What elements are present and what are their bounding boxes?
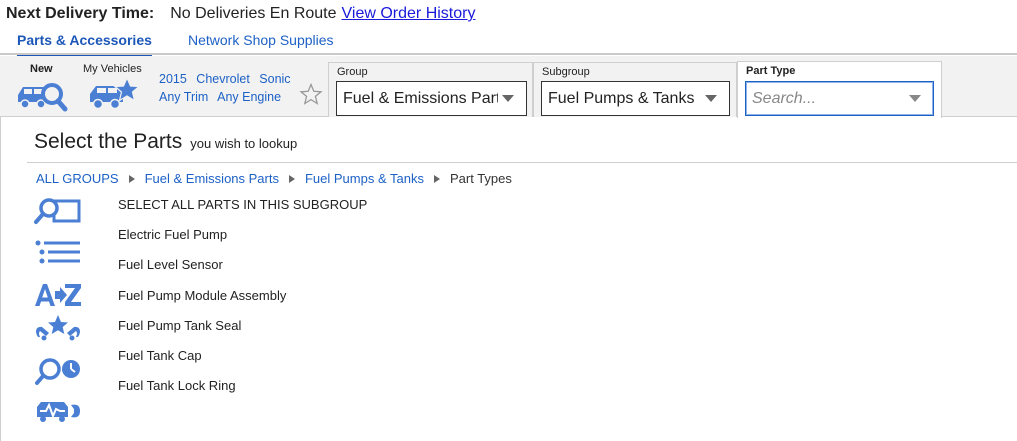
subgroup-filter: Subgroup Fuel Pumps & Tanks bbox=[533, 62, 737, 117]
page-title-sub: you wish to lookup bbox=[190, 136, 298, 151]
subgroup-label: Subgroup bbox=[542, 66, 590, 78]
breadcrumb-group[interactable]: Fuel & Emissions Parts bbox=[145, 171, 279, 186]
breadcrumb: ALL GROUPS Fuel & Emissions Parts Fuel P… bbox=[36, 171, 512, 186]
vehicle-ymm: 2015 Chevrolet Sonic bbox=[159, 72, 297, 86]
chevron-down-icon bbox=[502, 95, 514, 102]
search-clock-icon[interactable] bbox=[34, 357, 82, 385]
group-label: Group bbox=[337, 66, 368, 78]
my-vehicles-icon[interactable] bbox=[88, 76, 140, 112]
vehicle-model-link[interactable]: Sonic bbox=[259, 72, 290, 86]
delivery-label: Next Delivery Time: bbox=[6, 5, 155, 22]
list-icon[interactable] bbox=[34, 239, 82, 267]
vehicle-bar: New My Vehicles 2015 Chevrolet Sonic Any… bbox=[0, 56, 1017, 118]
part-type-label: Part Type bbox=[746, 65, 796, 77]
vehicle-engine-link[interactable]: Any Engine bbox=[217, 90, 281, 104]
breadcrumb-arrow-icon bbox=[433, 174, 440, 183]
vehicle-diagnostic-icon[interactable] bbox=[34, 397, 82, 425]
group-select-value: Fuel & Emissions Parts bbox=[343, 89, 498, 107]
vehicle-trim-engine: Any Trim Any Engine bbox=[159, 90, 287, 104]
new-vehicle-label: New bbox=[30, 63, 53, 75]
tab-parts-accessories[interactable]: Parts & Accessories bbox=[17, 32, 152, 58]
tools-star-icon[interactable] bbox=[34, 313, 82, 341]
tab-network-shop-supplies[interactable]: Network Shop Supplies bbox=[188, 32, 334, 48]
vehicle-make-link[interactable]: Chevrolet bbox=[196, 72, 250, 86]
breadcrumb-arrow-icon bbox=[128, 174, 135, 183]
part-item-electric-fuel-pump[interactable]: Electric Fuel Pump bbox=[118, 227, 227, 245]
part-item-fuel-tank-cap[interactable]: Fuel Tank Cap bbox=[118, 348, 202, 366]
vehicle-trim-link[interactable]: Any Trim bbox=[159, 90, 208, 104]
select-all-parts-item[interactable]: SELECT ALL PARTS IN THIS SUBGROUP bbox=[118, 197, 367, 215]
title-divider bbox=[27, 162, 1017, 163]
part-item-fuel-pump-module-assembly[interactable]: Fuel Pump Module Assembly bbox=[118, 288, 286, 306]
page-title-main: Select the Parts bbox=[34, 130, 183, 153]
new-vehicle-search-icon[interactable] bbox=[14, 78, 68, 112]
delivery-bar: Next Delivery Time: No Deliveries En Rou… bbox=[6, 4, 475, 24]
breadcrumb-current: Part Types bbox=[449, 171, 512, 186]
breadcrumb-arrow-icon bbox=[288, 174, 295, 183]
my-vehicles-label: My Vehicles bbox=[83, 63, 142, 75]
part-type-search-input[interactable] bbox=[752, 89, 905, 108]
breadcrumb-all-groups[interactable]: ALL GROUPS bbox=[36, 171, 119, 186]
favorite-star-icon[interactable] bbox=[299, 83, 323, 106]
part-type-search[interactable] bbox=[745, 81, 934, 116]
chevron-down-icon bbox=[705, 95, 717, 102]
group-select[interactable]: Fuel & Emissions Parts bbox=[336, 81, 527, 116]
content-left-border bbox=[0, 117, 1, 441]
part-item-fuel-level-sensor[interactable]: Fuel Level Sensor bbox=[118, 257, 223, 275]
delivery-status: No Deliveries En Route bbox=[170, 5, 337, 22]
group-filter: Group Fuel & Emissions Parts bbox=[328, 62, 533, 117]
nav-tabs: Parts & Accessories Network Shop Supplie… bbox=[0, 26, 1017, 58]
a-to-z-icon[interactable] bbox=[34, 281, 82, 309]
subgroup-select-value: Fuel Pumps & Tanks bbox=[548, 89, 695, 107]
view-order-history-link[interactable]: View Order History bbox=[342, 5, 476, 23]
part-item-fuel-pump-tank-seal[interactable]: Fuel Pump Tank Seal bbox=[118, 318, 241, 336]
subgroup-select[interactable]: Fuel Pumps & Tanks bbox=[541, 81, 730, 116]
parts-lookup-icon[interactable] bbox=[34, 197, 82, 225]
breadcrumb-subgroup[interactable]: Fuel Pumps & Tanks bbox=[305, 171, 424, 186]
page-title: Select the Parts you wish to lookup bbox=[34, 130, 297, 154]
part-item-fuel-tank-lock-ring[interactable]: Fuel Tank Lock Ring bbox=[118, 378, 236, 396]
vehicle-year-link[interactable]: 2015 bbox=[159, 72, 187, 86]
part-type-filter: Part Type bbox=[737, 61, 942, 118]
chevron-down-icon[interactable] bbox=[909, 95, 921, 102]
